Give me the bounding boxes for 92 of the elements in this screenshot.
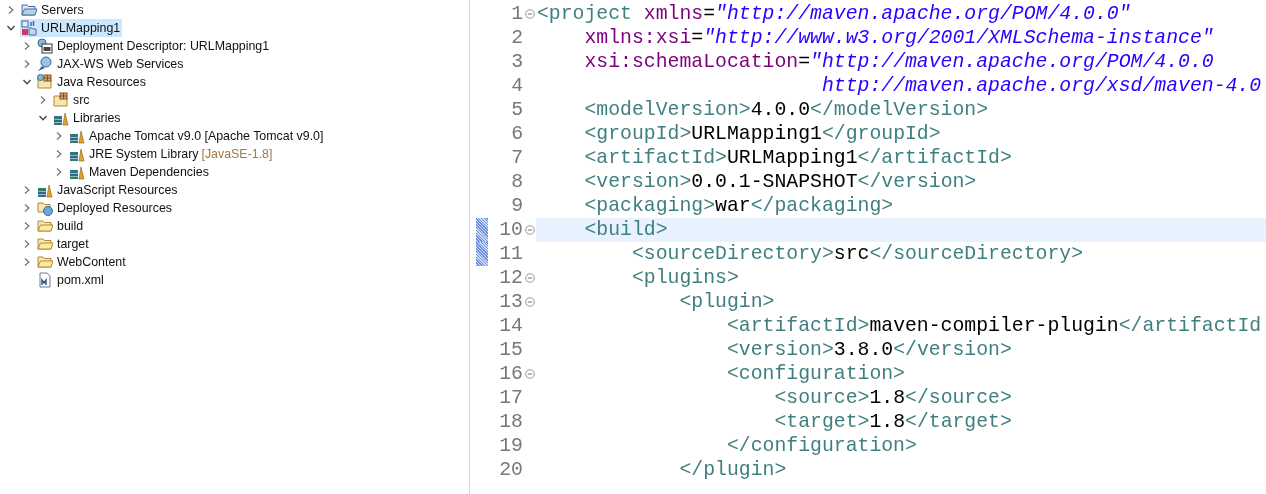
tree-item[interactable]: build — [36, 217, 86, 235]
expand-chevron-icon[interactable] — [22, 59, 32, 69]
line-number: 1 — [511, 3, 523, 25]
code-line: <target>1.8</target> — [773, 411, 1012, 433]
folder-globe-icon — [37, 200, 53, 216]
expand-chevron-icon[interactable] — [54, 149, 64, 159]
code-line: </configuration> — [725, 435, 917, 457]
books-icon — [37, 182, 53, 198]
tree-item[interactable]: URLMapping1 — [20, 19, 123, 37]
tree-item[interactable]: JRE System Library [JavaSE-1.8] — [68, 145, 275, 163]
package-folder-icon — [37, 74, 53, 90]
code-line: </plugin> — [678, 459, 787, 481]
file-icon — [37, 272, 53, 288]
line-number: 17 — [499, 387, 523, 409]
line-number: 14 — [499, 315, 523, 337]
fold-icon[interactable] — [525, 273, 535, 283]
code-line: <artifactId>maven-compiler-plugin</artifactId — [725, 315, 1262, 337]
collapse-chevron-icon[interactable] — [38, 113, 48, 123]
expand-chevron-icon[interactable] — [22, 257, 32, 267]
tree-item[interactable]: Deployed Resources — [36, 199, 175, 217]
code-line: <groupId>URLMapping1</groupId> — [583, 123, 941, 145]
code-line: xsi:schemaLocation="http://maven.apache.org/POM/4.0.0 — [583, 51, 1214, 73]
code-line: http://maven.apache.org/xsd/maven-4.0 — [820, 75, 1262, 97]
expand-chevron-icon[interactable] — [22, 185, 32, 195]
tree-item[interactable]: WebContent — [36, 253, 128, 271]
expand-chevron-icon[interactable] — [38, 95, 48, 105]
code-line: <sourceDirectory>src</sourceDirectory> — [630, 243, 1084, 265]
line-number: 10 — [499, 219, 523, 241]
code-line: <project xmlns="http://maven.apache.org/POM/4.0.0" — [537, 3, 1131, 25]
line-number: 2 — [511, 27, 523, 49]
line-number: 5 — [511, 99, 523, 121]
expand-chevron-icon[interactable] — [22, 203, 32, 213]
document-globe-icon — [37, 38, 53, 54]
fold-icon[interactable] — [525, 369, 535, 379]
line-number: 11 — [499, 243, 523, 265]
tree-item[interactable]: Maven Dependencies — [68, 163, 211, 181]
code-line: xmlns:xsi="http://www.w3.org/2001/XMLSchema-instance" — [583, 27, 1214, 49]
expand-chevron-icon[interactable] — [22, 221, 32, 231]
package-folder-icon — [53, 92, 69, 108]
tree-item[interactable]: target — [36, 235, 91, 253]
code-line: <build> — [583, 219, 668, 241]
line-number: 15 — [499, 339, 523, 361]
line-number: 16 — [499, 363, 523, 385]
expand-chevron-icon[interactable] — [22, 41, 32, 51]
code-line: <modelVersion>4.0.0</modelVersion> — [583, 99, 989, 121]
line-number: 20 — [499, 459, 523, 481]
code-line: <source>1.8</source> — [773, 387, 1012, 409]
line-number: 7 — [511, 147, 523, 169]
line-number: 6 — [511, 123, 523, 145]
line-number: 12 — [499, 267, 523, 289]
code-line: <version>3.8.0</version> — [725, 339, 1012, 361]
line-number: 4 — [511, 75, 523, 97]
fold-icon[interactable] — [525, 225, 535, 235]
tree-item[interactable]: JavaScript Resources — [36, 181, 180, 199]
folder-icon — [37, 236, 53, 252]
globe-pen-icon — [37, 56, 53, 72]
books-icon — [53, 110, 69, 126]
line-number: 3 — [511, 51, 523, 73]
expand-chevron-icon[interactable] — [54, 167, 64, 177]
project-icon — [21, 20, 37, 36]
expand-chevron-icon[interactable] — [54, 131, 64, 141]
line-number: 9 — [511, 195, 523, 217]
collapse-chevron-icon[interactable] — [6, 23, 16, 33]
expand-chevron-icon[interactable] — [22, 239, 32, 249]
tree-item[interactable]: Libraries — [52, 109, 123, 127]
code-line: <plugins> — [630, 267, 739, 289]
books-icon — [69, 164, 85, 180]
code-line: <artifactId>URLMapping1</artifactId> — [583, 147, 1012, 169]
books-icon — [69, 128, 85, 144]
tree-item[interactable]: Java Resources — [36, 73, 148, 91]
fold-icon[interactable] — [525, 9, 535, 19]
tree-item[interactable]: Servers — [20, 1, 86, 19]
line-number: 19 — [499, 435, 523, 457]
line-number: 8 — [511, 171, 523, 193]
tree-item[interactable]: Apache Tomcat v9.0 [Apache Tomcat v9.0] — [68, 127, 326, 145]
tree-item[interactable]: JAX-WS Web Services — [36, 55, 186, 73]
folder-icon — [37, 254, 53, 270]
folder-icon — [21, 2, 37, 18]
code-line: <plugin> — [678, 291, 775, 313]
tree-item[interactable]: pom.xml — [36, 271, 106, 289]
expand-chevron-icon[interactable] — [6, 5, 16, 15]
code-line: <version>0.0.1-SNAPSHOT</version> — [583, 171, 977, 193]
tree-item[interactable]: Deployment Descriptor: URLMapping1 — [36, 37, 272, 55]
code-line: <packaging>war</packaging> — [583, 195, 894, 217]
tree-item[interactable]: src — [52, 91, 92, 109]
folder-icon — [37, 218, 53, 234]
line-number: 18 — [499, 411, 523, 433]
collapse-chevron-icon[interactable] — [22, 77, 32, 87]
books-icon — [69, 146, 85, 162]
line-number: 13 — [499, 291, 523, 313]
code-line: <configuration> — [725, 363, 905, 385]
fold-icon[interactable] — [525, 297, 535, 307]
